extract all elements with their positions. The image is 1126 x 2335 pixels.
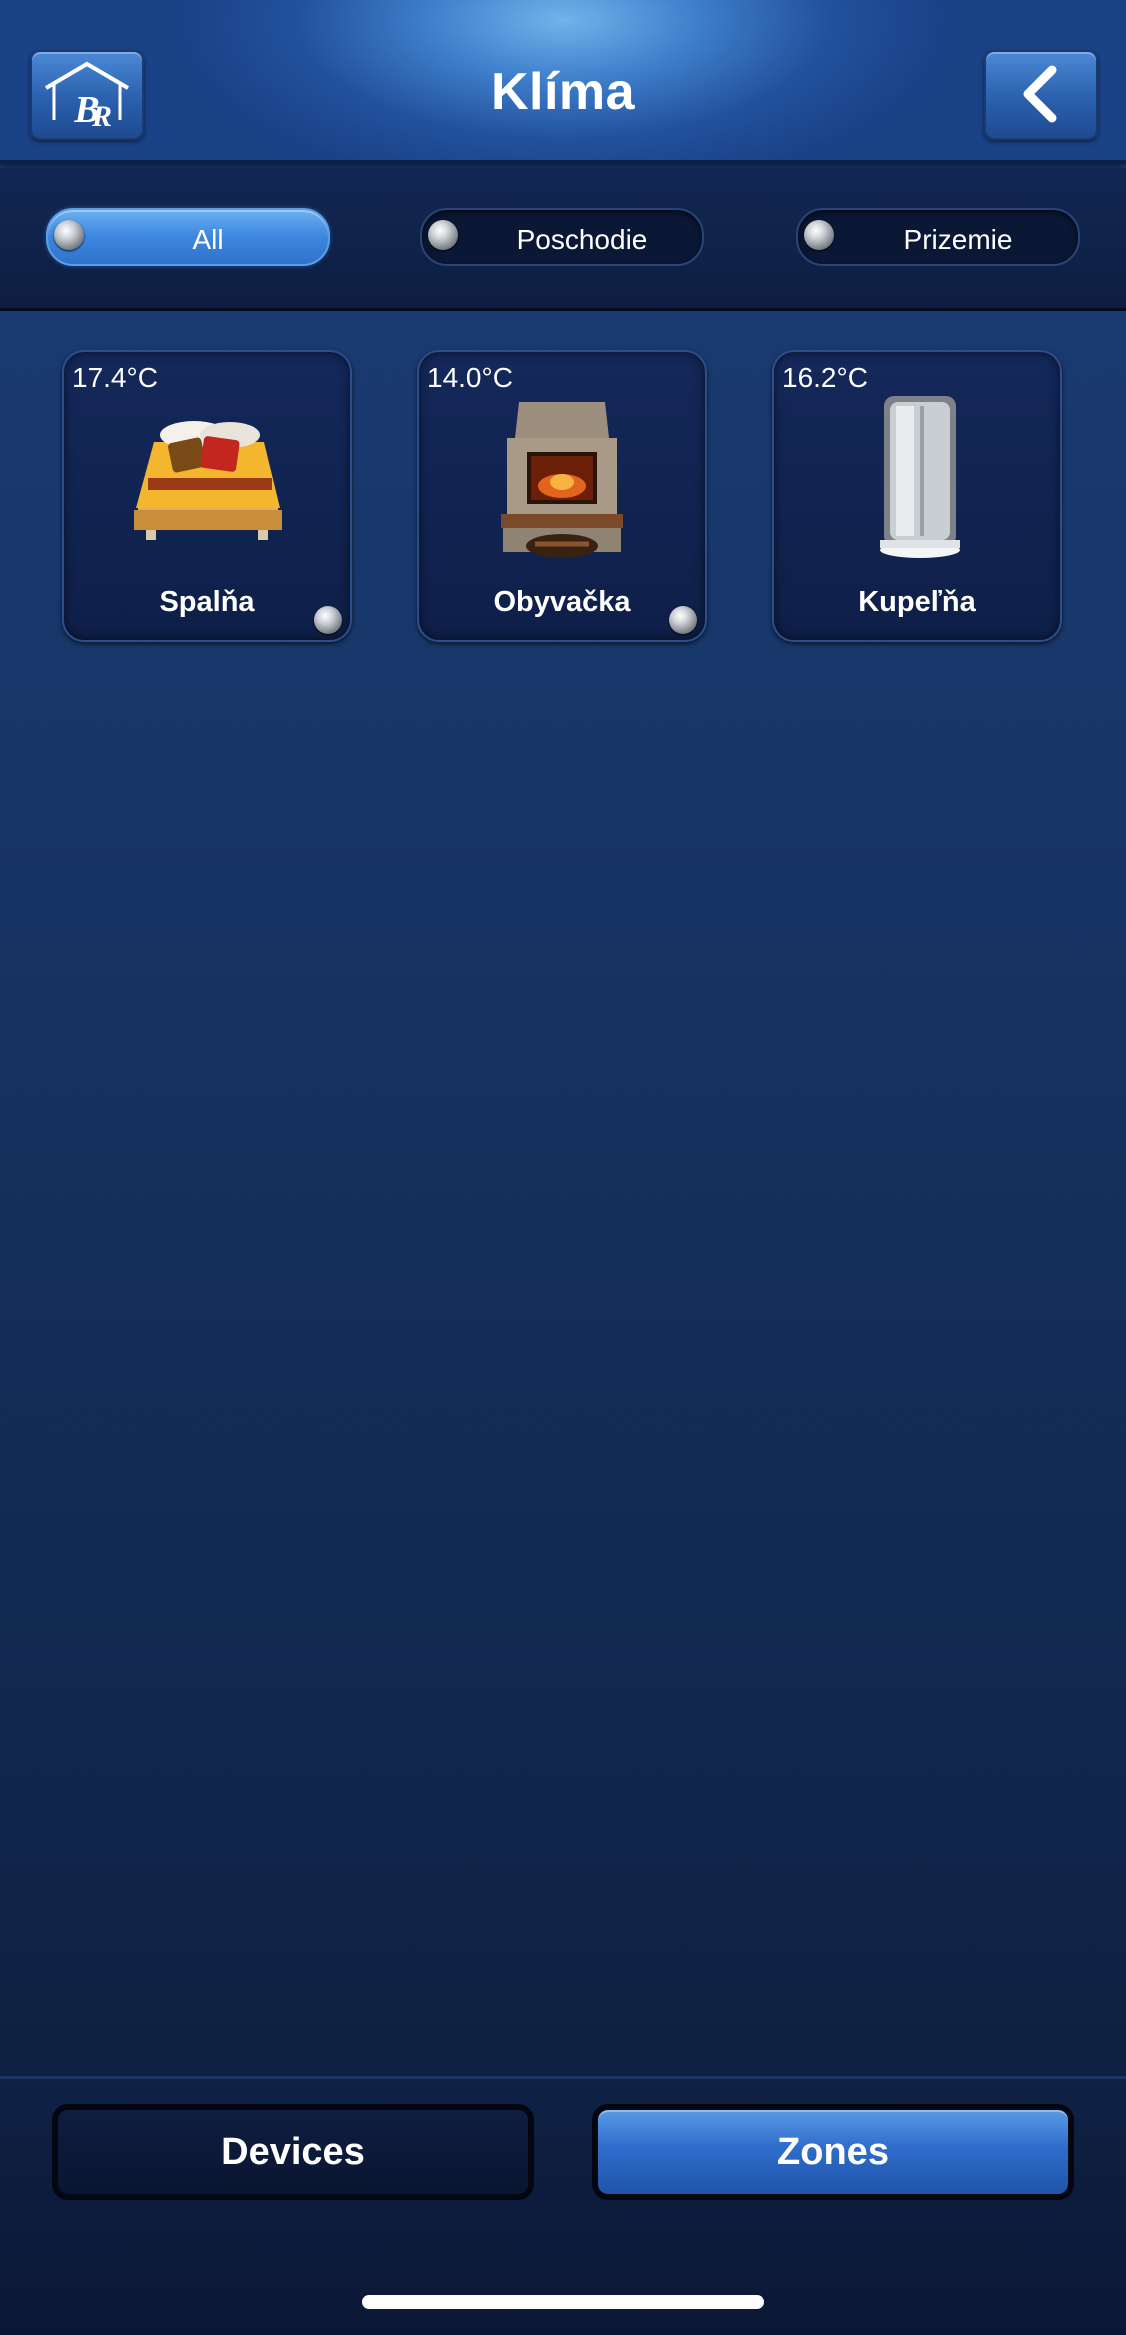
devices-button[interactable]: Devices: [52, 2104, 534, 2200]
zone-indicator-icon: [314, 606, 342, 634]
filter-label: Poschodie: [516, 224, 648, 255]
filter-poschodie[interactable]: Poschodie: [420, 208, 704, 266]
back-button[interactable]: [984, 50, 1098, 140]
filter-prizemie[interactable]: Prizemie: [796, 208, 1080, 266]
filter-indicator-icon: [804, 220, 834, 250]
filter-label: All: [192, 224, 224, 255]
filter-indicator-icon: [54, 220, 84, 250]
fireplace-icon: [501, 402, 623, 558]
filter-all[interactable]: All: [46, 208, 330, 266]
zone-tile-kupelna[interactable]: 16.2°C Kupeľňa: [772, 350, 1062, 642]
page-title: Klíma: [490, 63, 636, 121]
zone-name: Spalňa: [159, 586, 255, 618]
zone-name: Obyvačka: [493, 586, 631, 618]
bed-icon: [134, 421, 282, 540]
zone-tile-obyvacka[interactable]: 14.0°C Obyvačka: [417, 350, 707, 642]
shower-cabin-icon: [880, 396, 960, 558]
home-indicator[interactable]: [362, 2295, 764, 2309]
zone-name: Kupeľňa: [858, 586, 976, 618]
chevron-left-icon: [1023, 65, 1057, 123]
filter-indicator-icon: [428, 220, 458, 250]
zones-button[interactable]: Zones: [592, 2104, 1074, 2200]
filter-bar: All Poschodie Prizemie: [0, 168, 1126, 311]
zone-indicator-icon: [669, 606, 697, 634]
app-header: B R Klíma: [0, 0, 1126, 164]
filter-label: Prizemie: [903, 224, 1013, 255]
zone-tile-spalna[interactable]: 17.4°C Spalňa: [62, 350, 352, 642]
